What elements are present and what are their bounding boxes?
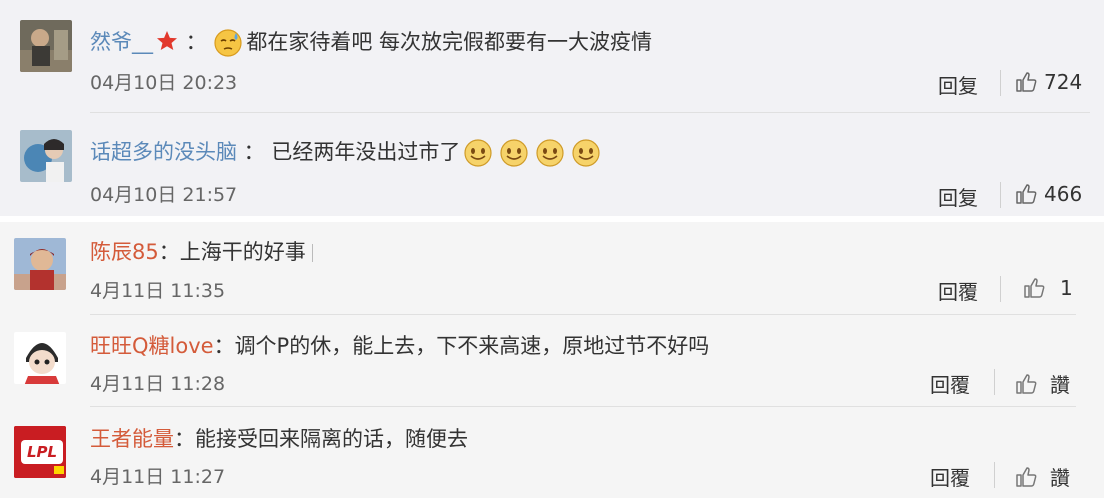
colon: ： — [179, 30, 214, 54]
comment-text: 都在家待着吧 每次放完假都要有一大波疫情 — [246, 30, 653, 54]
text-cursor — [311, 244, 313, 262]
comment-author[interactable]: 旺旺Q糖love — [90, 334, 214, 358]
avatar[interactable] — [14, 332, 66, 384]
smile-face-icon — [499, 138, 529, 168]
star-icon — [155, 29, 179, 53]
comment-text: 能接受回来隔离的话，随便去 — [195, 427, 468, 451]
smile-face-icon — [571, 138, 601, 168]
like-button[interactable]: 466 — [1014, 182, 1082, 206]
thumbs-up-icon — [1022, 276, 1046, 300]
reply-button[interactable]: 回覆 — [930, 369, 970, 398]
like-count: 466 — [1044, 182, 1083, 206]
thumbs-up-icon — [1014, 182, 1038, 206]
avatar[interactable] — [20, 20, 72, 72]
divider — [994, 369, 995, 395]
lpl-logo-text: LPL — [26, 443, 58, 461]
thumbs-up-icon — [1014, 372, 1038, 396]
row-divider — [90, 112, 1090, 113]
divider — [1000, 182, 1001, 208]
row-divider — [90, 314, 1076, 315]
colon: ： — [213, 334, 235, 358]
colon: ： — [237, 140, 272, 164]
reply-button[interactable]: 回复 — [938, 70, 978, 99]
reply-button[interactable]: 回覆 — [938, 276, 978, 305]
divider — [1000, 70, 1001, 96]
colon: ： — [158, 240, 180, 264]
comment-time: 4月11日 11:27 — [90, 466, 226, 488]
like-button[interactable]: 讚 — [1014, 369, 1070, 398]
comment-author[interactable]: 话超多的没头脑 — [90, 140, 237, 164]
comment-time: 04月10日 21:57 — [90, 184, 238, 206]
like-button[interactable]: 724 — [1014, 70, 1082, 94]
avatar[interactable] — [14, 238, 66, 290]
sweat-face-icon — [213, 28, 243, 58]
reply-button[interactable]: 回覆 — [930, 462, 970, 491]
comment-time: 4月11日 11:35 — [90, 280, 226, 302]
like-count: 724 — [1044, 70, 1083, 94]
comment-author[interactable]: 陈辰85 — [90, 240, 159, 264]
divider — [1000, 276, 1001, 302]
row-divider — [90, 406, 1076, 407]
comment-author[interactable]: 然爷__ — [90, 30, 153, 54]
like-label: 讚 — [1050, 466, 1070, 490]
thumbs-up-icon — [1014, 465, 1038, 489]
colon: ： — [174, 427, 195, 451]
like-count: 1 — [1060, 276, 1073, 300]
smile-face-icon — [463, 138, 493, 168]
like-button[interactable]: 1 — [1022, 276, 1073, 300]
avatar[interactable] — [20, 130, 72, 182]
reply-button[interactable]: 回复 — [938, 182, 978, 211]
like-button[interactable]: 讚 — [1014, 462, 1070, 491]
comment-time: 04月10日 20:23 — [90, 72, 238, 94]
comment-text: 已经两年没出过市了 — [271, 140, 461, 164]
comment-author[interactable]: 王者能量 — [90, 427, 174, 451]
like-label: 讚 — [1050, 373, 1070, 397]
smile-face-icon — [535, 138, 565, 168]
thumbs-up-icon — [1014, 70, 1038, 94]
comment-time: 4月11日 11:28 — [90, 373, 226, 395]
divider — [994, 462, 995, 488]
comment-text: 上海干的好事 — [179, 240, 306, 264]
avatar[interactable]: LPL — [14, 426, 66, 478]
comment-text: 调个P的休，能上去，下不来高速，原地过节不好吗 — [234, 334, 710, 358]
